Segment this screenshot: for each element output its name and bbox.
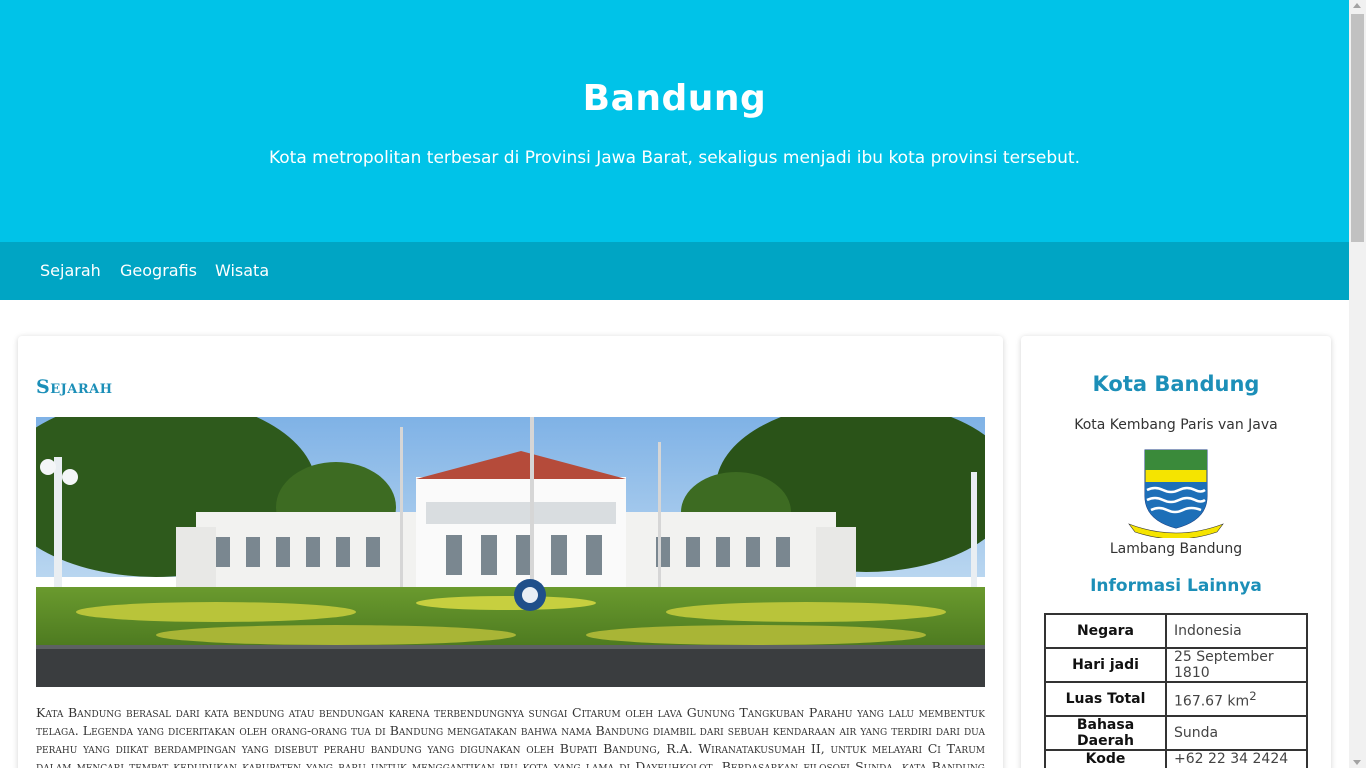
- area-value: 167.67 km: [1174, 693, 1250, 710]
- info-value: Indonesia: [1165, 613, 1308, 649]
- info-key: Luas Total: [1044, 681, 1167, 717]
- info-key: Bahasa Daerah: [1044, 715, 1167, 751]
- scroll-down-arrow-icon[interactable]: [1353, 760, 1361, 765]
- page-title: Bandung: [582, 78, 767, 119]
- gedung-sate-illustration: [36, 417, 985, 687]
- info-value: 25 September 1810: [1165, 647, 1308, 683]
- page: Bandung Kota metropolitan terbesar di Pr…: [0, 0, 1349, 768]
- vertical-scrollbar[interactable]: [1349, 0, 1366, 768]
- area-unit-superscript: 2: [1249, 688, 1257, 703]
- nav-item-wisata[interactable]: Wisata: [215, 261, 269, 280]
- info-key: Negara: [1044, 613, 1167, 649]
- scrollbar-thumb[interactable]: [1351, 14, 1364, 242]
- info-key: Hari jadi: [1044, 647, 1167, 683]
- scroll-up-arrow-icon[interactable]: [1353, 3, 1361, 8]
- section-title: Sejarah: [36, 376, 113, 398]
- table-row: Hari jadi 25 September 1810: [1044, 647, 1308, 683]
- emblem-caption: Lambang Bandung: [1109, 541, 1243, 557]
- main-nav: Sejarah Geografis Wisata: [0, 242, 1349, 300]
- hero-header: Bandung Kota metropolitan terbesar di Pr…: [0, 0, 1349, 242]
- info-key: Kode Telepom: [1044, 749, 1167, 768]
- info-value: +62 22 34 2424 330: [1165, 749, 1308, 768]
- gedung-sate-image: [36, 417, 985, 687]
- article-paragraph: Kata Bandung berasal dari kata bendung a…: [36, 705, 985, 768]
- info-title: Informasi Lainnya: [1090, 576, 1262, 596]
- table-row: Bahasa Daerah Sunda: [1044, 715, 1308, 751]
- table-row: Luas Total 167.67 km2: [1044, 681, 1308, 717]
- sidebar-subtitle: Kota Kembang Paris van Java: [1074, 417, 1278, 433]
- nav-item-sejarah[interactable]: Sejarah: [40, 261, 101, 280]
- article-card: Sejarah Kata Bandung berasal dari kata b…: [18, 336, 1003, 768]
- nav-item-geografis[interactable]: Geografis: [120, 261, 197, 280]
- sidebar-title: Kota Bandung: [1092, 372, 1260, 396]
- info-value: 167.67 km2: [1165, 681, 1308, 717]
- table-row: Negara Indonesia: [1044, 613, 1308, 649]
- table-row: Kode Telepom +62 22 34 2424 330: [1044, 749, 1308, 768]
- sidebar-card: Kota Bandung Kota Kembang Paris van Java…: [1021, 336, 1331, 768]
- page-subtitle: Kota metropolitan terbesar di Provinsi J…: [268, 148, 1080, 168]
- info-value: Sunda: [1165, 715, 1308, 751]
- bandung-coat-of-arms-icon: [1125, 448, 1227, 540]
- info-table: Negara Indonesia Hari jadi 25 September …: [1044, 613, 1308, 768]
